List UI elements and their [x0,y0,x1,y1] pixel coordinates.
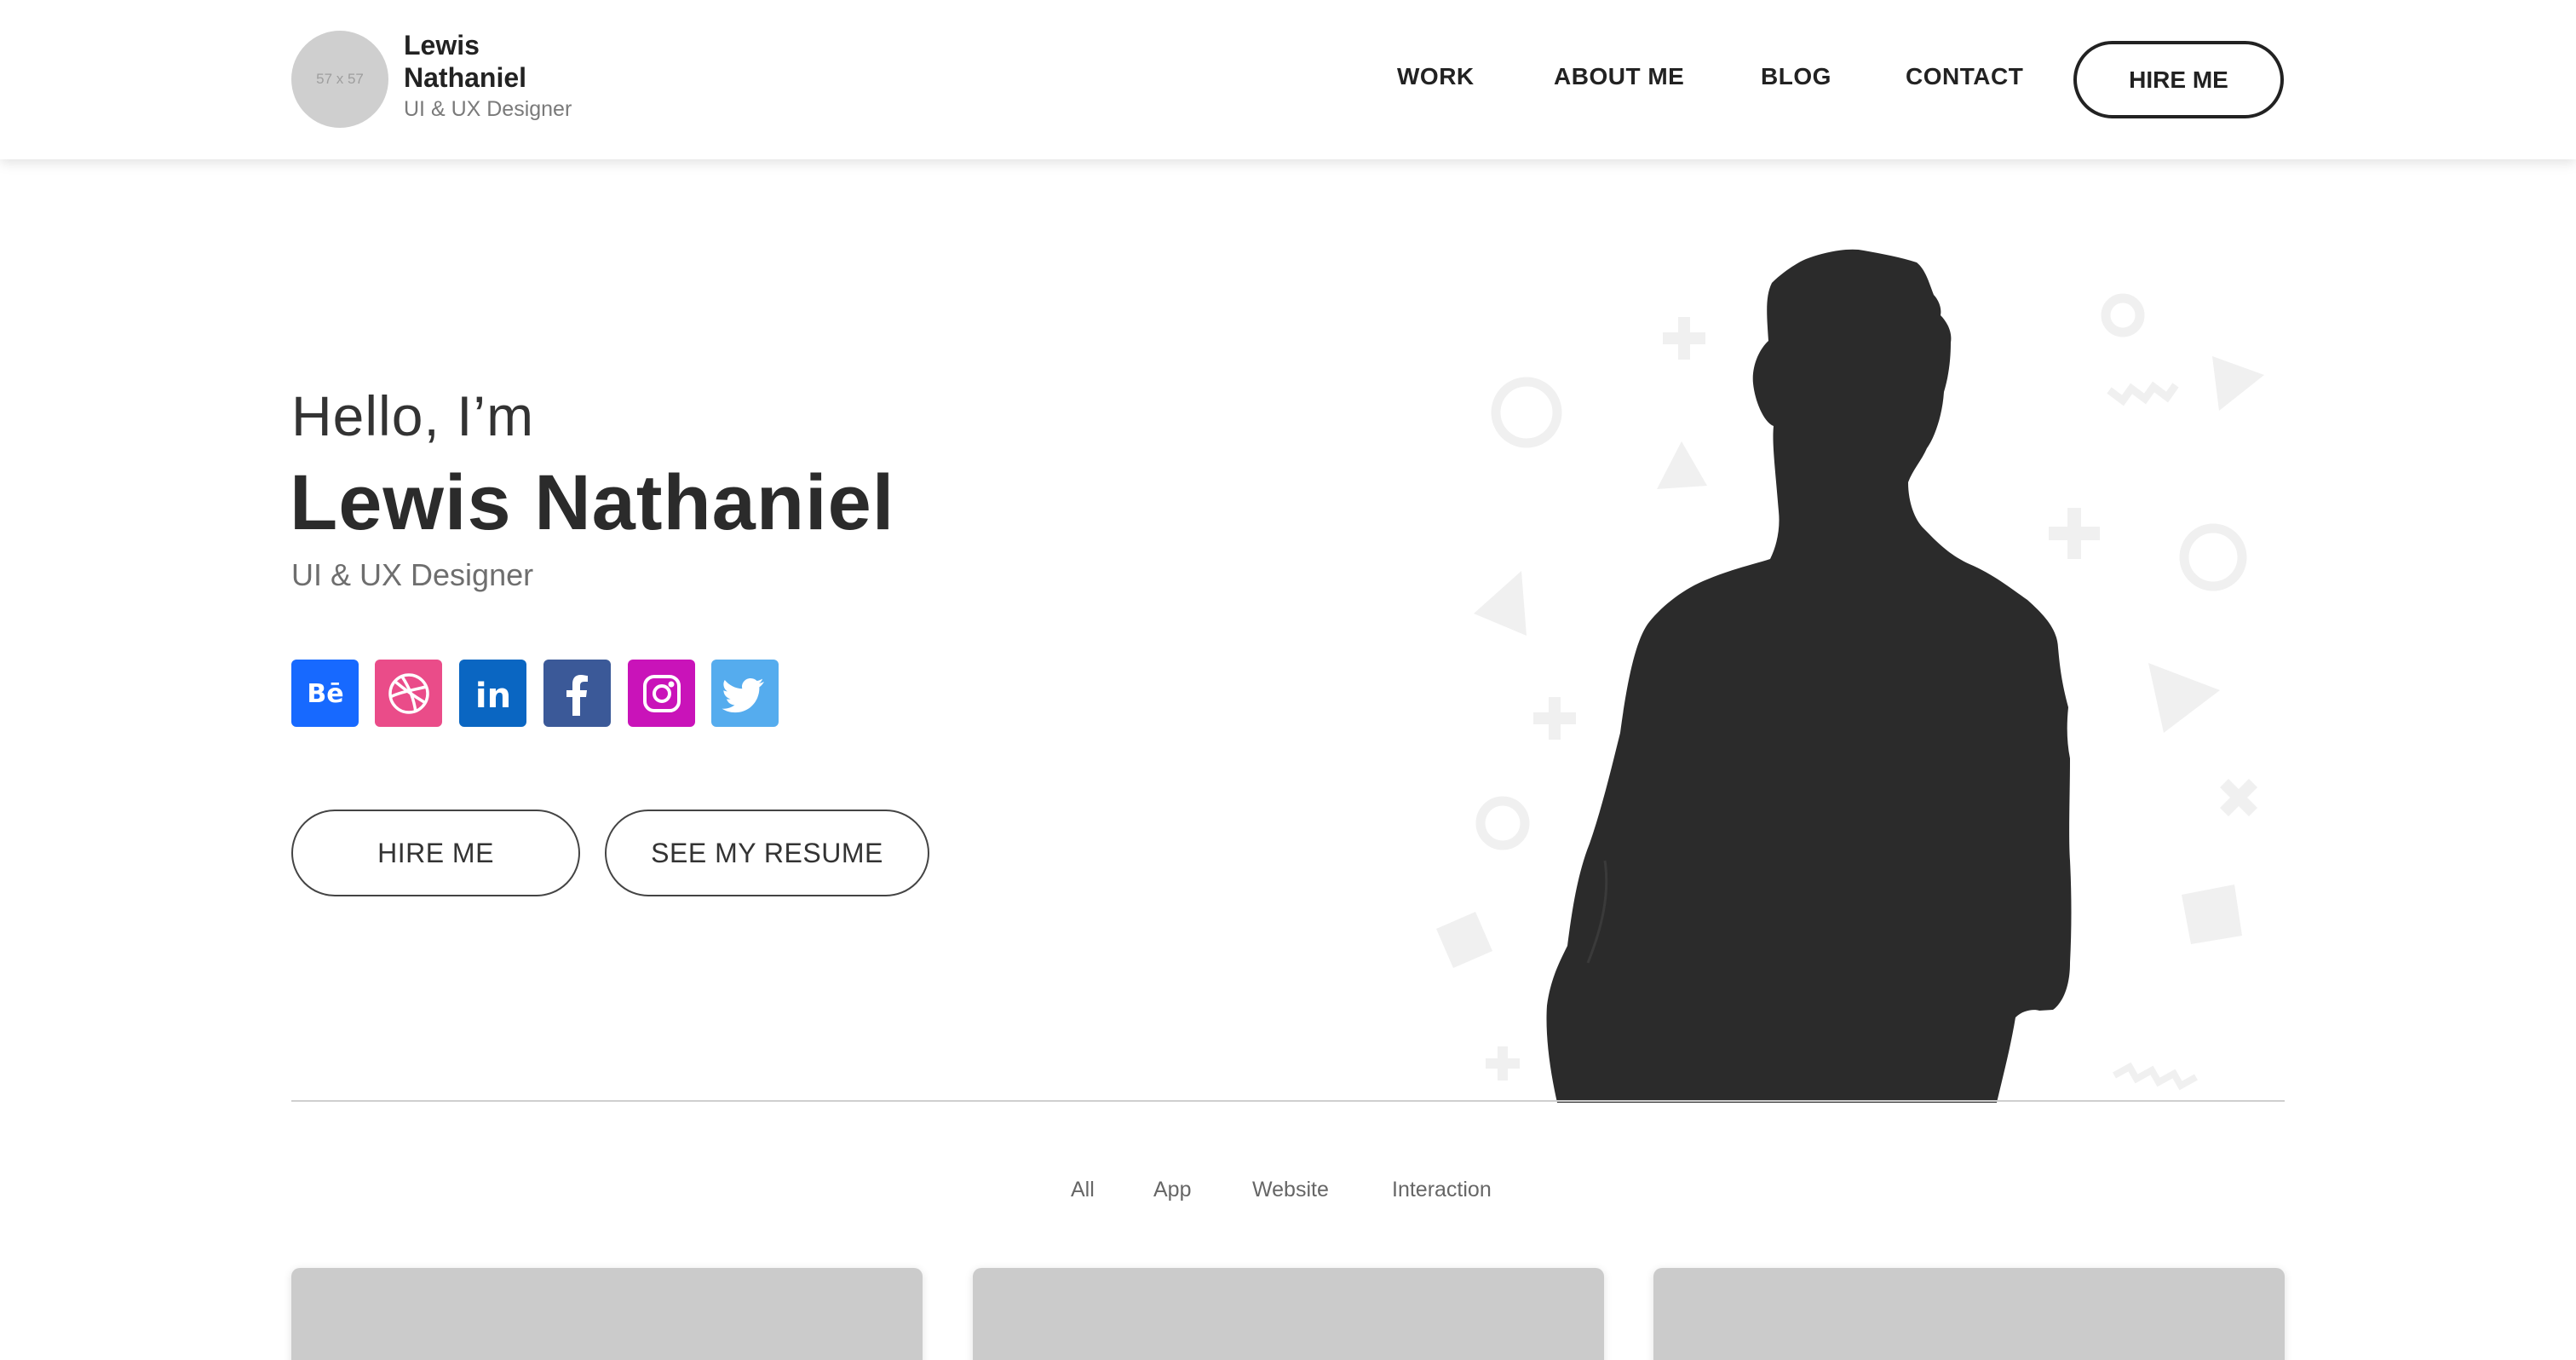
portfolio-card[interactable] [973,1268,1604,1360]
filter-app[interactable]: App [1153,1178,1191,1202]
twitter-icon[interactable] [711,660,779,727]
filter-website[interactable]: Website [1252,1178,1329,1202]
dribbble-icon[interactable] [375,660,442,727]
filter-interaction[interactable]: Interaction [1392,1178,1492,1202]
hire-me-nav-button[interactable]: HIRE ME [2073,41,2284,118]
brand-name[interactable]: Lewis Nathaniel [404,29,591,94]
facebook-icon[interactable] [543,660,611,727]
hero-divider [291,1100,2285,1102]
nav-work[interactable]: WORK [1397,63,1475,90]
nav-contact[interactable]: CONTACT [1906,63,2023,90]
svg-text:Bē: Bē [307,679,343,709]
hero-name: Lewis Nathaniel [290,459,895,546]
brand-role: UI & UX Designer [404,97,572,121]
hero-role: UI & UX Designer [291,557,534,592]
site-header: 57 x 57 Lewis Nathaniel UI & UX Designer… [0,0,2576,159]
nav-about-me[interactable]: ABOUT ME [1554,63,1684,90]
filter-all[interactable]: All [1071,1178,1095,1202]
nav-blog[interactable]: BLOG [1761,63,1831,90]
see-my-resume-button[interactable]: SEE MY RESUME [605,810,929,896]
behance-icon[interactable]: Bē [291,660,359,727]
hero-greeting: Hello, I’m [291,384,535,447]
hire-me-button[interactable]: HIRE ME [291,810,580,896]
svg-text:in: in [474,677,510,716]
instagram-icon[interactable] [628,660,695,727]
portfolio-card[interactable] [1653,1268,2285,1360]
portfolio-card[interactable] [291,1268,923,1360]
hero-silhouette-illustration [1436,249,2264,1103]
linkedin-icon[interactable]: in [459,660,526,727]
logo-placeholder[interactable]: 57 x 57 [291,31,388,128]
